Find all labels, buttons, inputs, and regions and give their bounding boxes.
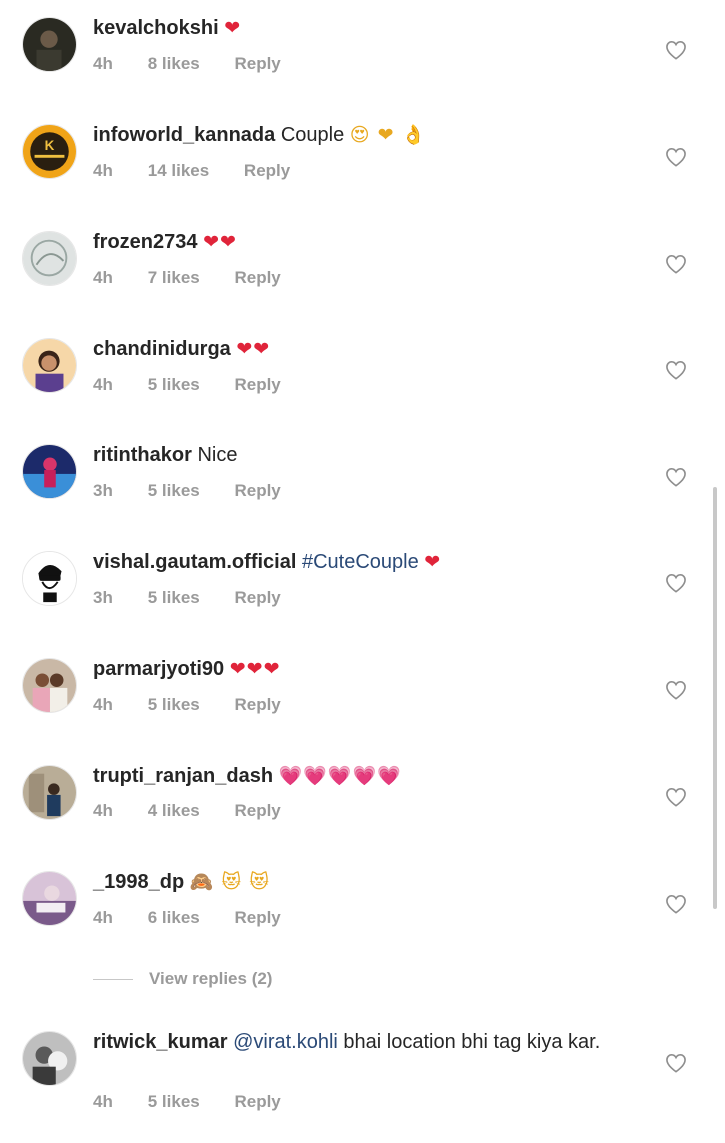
reply-button[interactable]: Reply [234, 695, 280, 715]
view-replies-button[interactable]: View replies (2) [93, 967, 272, 991]
comment-meta: 4h 6 likes Reply [93, 908, 281, 928]
comment-meta: 4h 5 likes Reply [93, 695, 281, 715]
timestamp: 4h [93, 801, 113, 820]
reply-button[interactable]: Reply [234, 801, 280, 821]
username[interactable]: infoworld_kannada [93, 124, 275, 146]
like-heart-icon[interactable] [665, 467, 687, 487]
comment-text: trupti_ranjan_dash 💗💗💗💗💗 [93, 764, 645, 789]
avatar[interactable] [22, 1031, 77, 1086]
timestamp: 4h [93, 695, 113, 714]
like-heart-icon[interactable] [665, 254, 687, 274]
comment-meta: 3h 5 likes Reply [93, 481, 281, 501]
username[interactable]: ritwick_kumar [93, 1031, 228, 1053]
timestamp: 4h [93, 375, 113, 394]
username[interactable]: chandinidurga [93, 338, 231, 360]
username[interactable]: _1998_dp [93, 871, 184, 893]
comment-meta: 4h 5 likes Reply [93, 1092, 281, 1112]
comment-meta: 3h 5 likes Reply [93, 588, 281, 608]
avatar[interactable] [22, 871, 77, 926]
likes-count[interactable]: 6 likes [148, 908, 200, 928]
like-heart-icon[interactable] [665, 680, 687, 700]
comment-meta: 4h 4 likes Reply [93, 801, 281, 821]
like-heart-icon[interactable] [665, 894, 687, 914]
comment-meta: 4h 8 likes Reply [93, 54, 281, 74]
likes-count[interactable]: 7 likes [148, 268, 200, 288]
reply-button[interactable]: Reply [234, 588, 280, 608]
timestamp: 4h [93, 908, 113, 927]
likes-count[interactable]: 5 likes [148, 588, 200, 608]
reply-button[interactable]: Reply [234, 908, 280, 928]
emoji: ❤❤ [236, 338, 271, 360]
likes-count[interactable]: 5 likes [148, 1092, 200, 1112]
view-replies-label: View replies (2) [149, 969, 273, 988]
reply-button[interactable]: Reply [234, 1092, 280, 1112]
like-heart-icon[interactable] [665, 40, 687, 60]
username[interactable]: parmarjyoti90 [93, 658, 224, 680]
likes-count[interactable]: 4 likes [148, 801, 200, 821]
like-heart-icon[interactable] [665, 787, 687, 807]
timestamp: 4h [93, 1092, 113, 1111]
username[interactable]: vishal.gautam.official [93, 551, 296, 573]
like-heart-icon[interactable] [665, 147, 687, 167]
username[interactable]: ritinthakor [93, 444, 192, 466]
likes-count[interactable]: 8 likes [148, 54, 200, 74]
timestamp: 4h [93, 161, 113, 180]
likes-count[interactable]: 5 likes [148, 695, 200, 715]
reply-button[interactable]: Reply [234, 481, 280, 501]
comment-text: ritinthakor Nice [93, 443, 645, 468]
avatar[interactable] [22, 17, 77, 72]
comment-body: bhai location bhi tag kiya kar. [343, 1031, 601, 1053]
like-heart-icon[interactable] [665, 573, 687, 593]
comment-text: frozen2734 ❤❤ [93, 230, 645, 255]
like-heart-icon[interactable] [665, 1053, 687, 1073]
comment-meta: 4h 7 likes Reply [93, 268, 281, 288]
username[interactable]: frozen2734 [93, 231, 198, 253]
comment-body: Nice [197, 444, 238, 466]
avatar[interactable] [22, 551, 77, 606]
comment-meta: 4h 5 likes Reply [93, 375, 281, 395]
likes-count[interactable]: 5 likes [148, 481, 200, 501]
mention-link[interactable]: @virat.kohli [233, 1031, 338, 1053]
comment-text: _1998_dp 🙈 😻 😻 [93, 870, 645, 895]
timestamp: 3h [93, 481, 113, 500]
divider [93, 978, 133, 980]
username[interactable]: trupti_ranjan_dash [93, 765, 273, 787]
emoji: ❤❤ [203, 231, 237, 253]
comment-body: Couple [280, 124, 345, 146]
avatar[interactable] [22, 231, 77, 286]
likes-count[interactable]: 14 likes [148, 161, 209, 181]
timestamp: 4h [93, 268, 113, 287]
reply-button[interactable]: Reply [234, 375, 280, 395]
svg-text:K: K [45, 138, 55, 153]
emoji: ❤ [224, 17, 242, 39]
emoji: 🙈 😻 😻 [189, 871, 271, 893]
hashtag-link[interactable]: #CuteCouple [302, 551, 419, 573]
avatar[interactable] [22, 658, 77, 713]
avatar[interactable] [22, 338, 77, 393]
scrollbar[interactable] [713, 487, 717, 909]
like-heart-icon[interactable] [665, 360, 687, 380]
avatar[interactable] [22, 444, 77, 499]
emoji: ❤❤❤ [229, 658, 281, 680]
emoji: ❤ [424, 551, 442, 573]
username[interactable]: kevalchokshi [93, 17, 219, 39]
reply-button[interactable]: Reply [244, 161, 290, 181]
avatar[interactable]: K [22, 124, 77, 179]
avatar[interactable] [22, 765, 77, 820]
timestamp: 4h [93, 54, 113, 73]
reply-button[interactable]: Reply [234, 268, 280, 288]
comment-text: vishal.gautam.official #CuteCouple ❤ [93, 550, 645, 575]
comment-meta: 4h 14 likes Reply [93, 161, 290, 181]
reply-button[interactable]: Reply [234, 54, 280, 74]
comment-text: ritwick_kumar @virat.kohli bhai location… [93, 1030, 633, 1055]
comment-text: chandinidurga ❤❤ [93, 337, 645, 362]
comment-text: parmarjyoti90 ❤❤❤ [93, 657, 645, 682]
emoji: 💗💗💗💗💗 [278, 765, 402, 787]
comment-text: kevalchokshi ❤ [93, 16, 645, 41]
timestamp: 3h [93, 588, 113, 607]
comment-text: infoworld_kannada Couple 😍 ❤ 👌 [93, 123, 645, 148]
likes-count[interactable]: 5 likes [148, 375, 200, 395]
emoji: 😍 ❤ 👌 [349, 124, 427, 146]
